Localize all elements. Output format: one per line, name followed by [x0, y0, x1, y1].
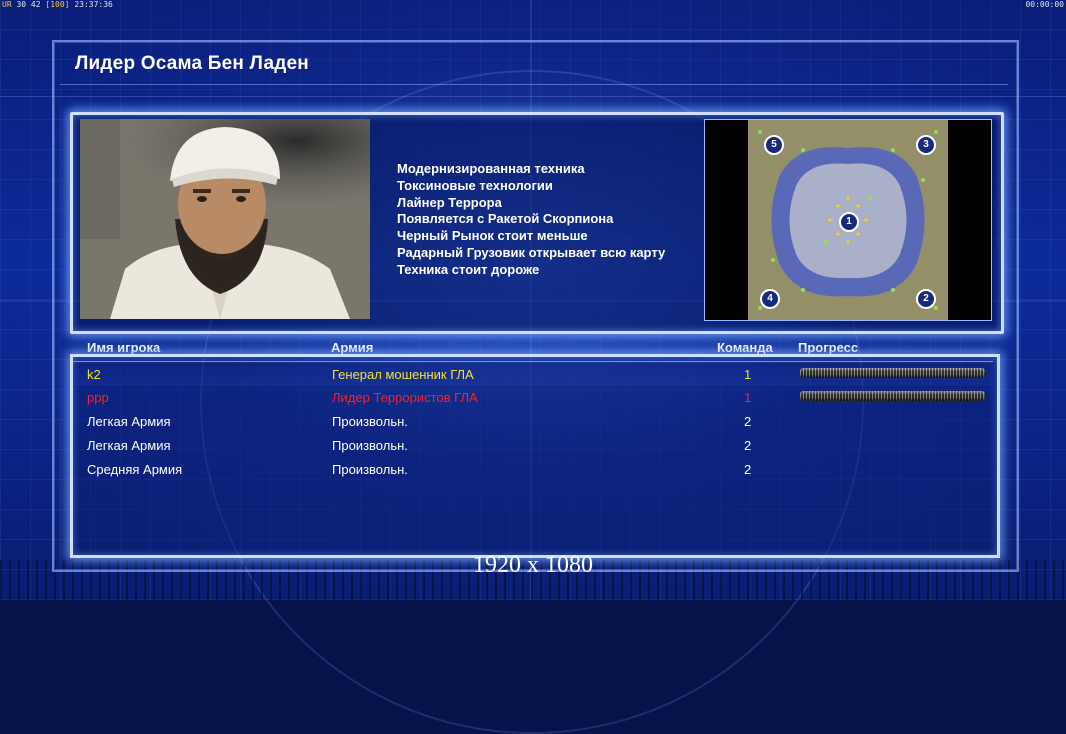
- feature-item: Лайнер Террора: [397, 194, 502, 210]
- page-title: Лидер Осама Бен Ладен: [75, 53, 309, 74]
- start-position-4[interactable]: 4: [760, 289, 780, 309]
- start-position-label: 2: [923, 293, 929, 304]
- column-header-progress: Прогресс: [798, 340, 859, 355]
- feature-item: Радарный Грузовик открывает всю карту: [397, 244, 666, 260]
- player-name: k2: [87, 367, 101, 382]
- player-progress: [800, 368, 985, 378]
- column-header-team: Команда: [717, 340, 773, 355]
- game-timer: 00:00:00: [1025, 0, 1064, 9]
- player-row[interactable]: k2 Генерал мошенник ГЛА 1: [73, 361, 993, 386]
- player-army: Лидер Террористов ГЛА: [332, 390, 478, 405]
- player-row[interactable]: Легкая Армия Произвольн. 2: [73, 409, 993, 433]
- fps-label: UR: [2, 0, 12, 9]
- player-name: Средняя Армия: [87, 462, 183, 477]
- player-team: 2: [744, 438, 752, 453]
- start-position-label: 3: [923, 139, 929, 150]
- start-position-label: 5: [771, 139, 777, 150]
- feature-item: Черный Рынок стоит меньше: [397, 228, 588, 244]
- player-team: 2: [744, 414, 752, 429]
- portrait-image: [80, 119, 370, 319]
- column-header-name: Имя игрока: [87, 340, 161, 355]
- column-header-army: Армия: [331, 340, 374, 355]
- start-position-3[interactable]: 3: [916, 135, 936, 155]
- status-bar: UR 30 42 [100] 23:37:36 00:00:00: [0, 0, 1066, 10]
- general-portrait: [80, 119, 370, 319]
- progress-bar: [800, 391, 985, 401]
- player-row[interactable]: Средняя Армия Произвольн. 2: [73, 457, 993, 481]
- player-name: ppp: [87, 390, 109, 405]
- start-position-label: 4: [767, 293, 773, 304]
- player-army: Генерал мошенник ГЛА: [332, 367, 474, 382]
- start-position-1[interactable]: 1: [839, 212, 859, 232]
- fps-values: 30 42: [16, 0, 41, 9]
- progress-bar: [800, 368, 985, 378]
- minimap[interactable]: 5 3 1 4 2: [704, 119, 992, 321]
- player-name: Легкая Армия: [87, 414, 171, 429]
- resolution-watermark: 1920 x 1080: [473, 552, 593, 578]
- player-progress: [800, 391, 985, 401]
- title-divider: [60, 84, 1008, 85]
- player-team: 1: [744, 390, 752, 405]
- player-name: Легкая Армия: [87, 438, 171, 453]
- feature-item: Техника стоит дороже: [397, 261, 540, 277]
- fps-extra: [100]: [45, 0, 70, 9]
- system-clock: 23:37:36: [74, 0, 113, 9]
- feature-item: Появляется с Ракетой Скорпиона: [397, 211, 614, 227]
- player-army: Произвольн.: [332, 414, 408, 429]
- player-army: Произвольн.: [332, 462, 408, 477]
- player-row[interactable]: Легкая Армия Произвольн. 2: [73, 433, 993, 457]
- start-position-2[interactable]: 2: [916, 289, 936, 309]
- status-left: UR 30 42 [100] 23:37:36: [2, 0, 113, 9]
- player-army: Произвольн.: [332, 438, 408, 453]
- general-features-list: Модернизированная техника Токсиновые тех…: [397, 161, 665, 279]
- player-team: 2: [744, 462, 752, 477]
- start-position-5[interactable]: 5: [764, 135, 784, 155]
- feature-item: Токсиновые технологии: [397, 177, 553, 193]
- start-position-label: 1: [846, 216, 852, 227]
- player-row[interactable]: ppp Лидер Террористов ГЛА 1: [73, 385, 993, 409]
- player-team: 1: [744, 367, 752, 382]
- feature-item: Модернизированная техника: [397, 161, 585, 176]
